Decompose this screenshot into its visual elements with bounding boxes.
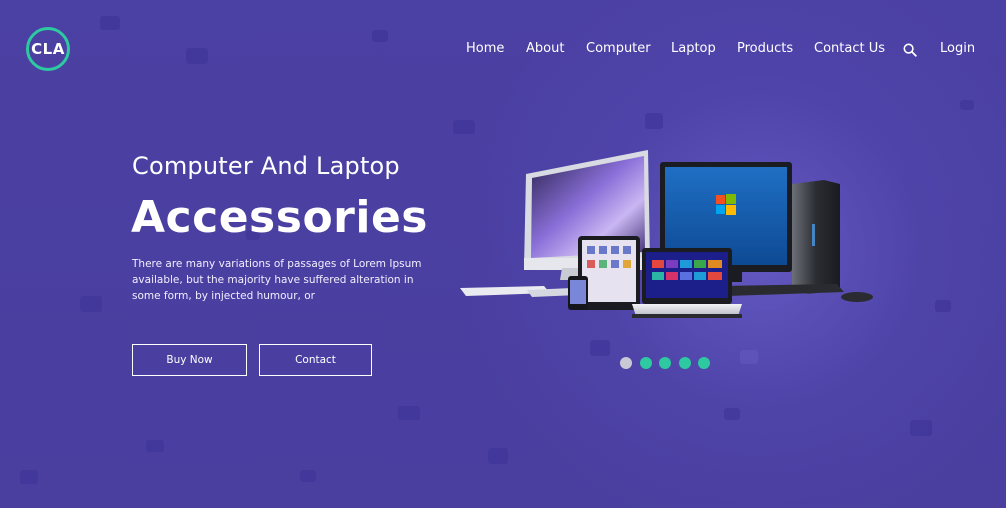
devices-product-image: [460, 150, 873, 318]
background-speck: [20, 470, 38, 484]
background-speck: [645, 113, 663, 129]
background-speck: [300, 470, 316, 482]
background-speck: [488, 448, 508, 464]
nav-item-about[interactable]: About: [526, 41, 564, 56]
nav-item-computer[interactable]: Computer: [586, 41, 651, 56]
background-speck: [372, 30, 388, 42]
background-speck: [80, 296, 102, 312]
hero-section: CLA Home About Computer Laptop Products …: [0, 0, 1006, 508]
background-speck: [100, 16, 120, 30]
contact-button[interactable]: Contact: [259, 344, 372, 376]
background-speck: [935, 300, 951, 312]
brand-logo[interactable]: CLA: [26, 27, 70, 71]
nav-item-laptop[interactable]: Laptop: [671, 41, 716, 56]
slider-dot[interactable]: [678, 357, 691, 369]
nav-item-products[interactable]: Products: [737, 41, 793, 56]
slider-dot[interactable]: [639, 357, 652, 369]
background-speck: [960, 100, 974, 110]
hero-title: Accessories: [131, 192, 428, 243]
buy-now-button[interactable]: Buy Now: [132, 344, 247, 376]
background-speck: [724, 408, 740, 420]
logo-text: CLA: [31, 40, 65, 58]
nav-item-contact-us[interactable]: Contact Us: [814, 41, 885, 56]
background-speck: [740, 350, 758, 364]
slider-dot[interactable]: [620, 357, 632, 369]
background-speck: [453, 120, 475, 134]
background-speck: [910, 420, 932, 436]
background-speck: [186, 48, 208, 64]
slider-dot[interactable]: [659, 357, 671, 369]
background-speck: [590, 340, 610, 356]
hero-description: There are many variations of passages of…: [132, 258, 422, 302]
background-speck: [398, 406, 420, 420]
background-speck: [146, 440, 164, 452]
nav-item-home[interactable]: Home: [466, 41, 504, 56]
search-icon[interactable]: [903, 42, 917, 61]
hero-subtitle: Computer And Laptop: [132, 152, 400, 180]
login-link[interactable]: Login: [940, 41, 975, 56]
slider-dot[interactable]: [698, 357, 710, 369]
